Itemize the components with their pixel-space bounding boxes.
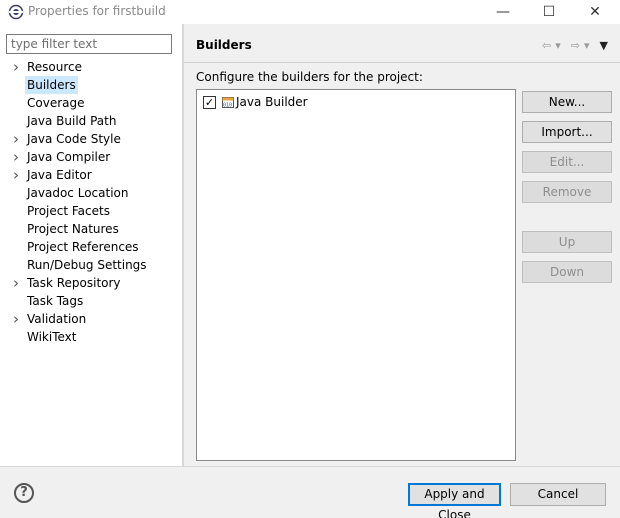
- sidebar-item-label: Java Compiler: [27, 150, 111, 164]
- sidebar-item-java-build-path[interactable]: Java Build Path: [0, 112, 182, 130]
- sidebar-item-label: Java Build Path: [27, 114, 117, 128]
- sidebar-item-label: Task Tags: [27, 294, 84, 308]
- chevron-right-icon[interactable]: ›: [11, 130, 21, 148]
- sidebar-item-task-repository[interactable]: › Task Repository: [0, 274, 182, 292]
- sidebar-item-wikitext[interactable]: WikiText: [0, 328, 182, 346]
- list-item[interactable]: ✓ 010 Java Builder: [203, 94, 308, 110]
- sidebar-item-label: Run/Debug Settings: [27, 258, 147, 272]
- sidebar-item-javadoc-location[interactable]: Javadoc Location: [0, 184, 182, 202]
- cancel-button[interactable]: Cancel: [510, 483, 606, 506]
- remove-button[interactable]: Remove: [522, 181, 612, 203]
- back-dropdown-icon[interactable]: ▾: [555, 39, 561, 52]
- sidebar-item-run-debug-settings[interactable]: Run/Debug Settings: [0, 256, 182, 274]
- eclipse-app-icon: [8, 4, 24, 20]
- up-button[interactable]: Up: [522, 231, 612, 253]
- chevron-right-icon[interactable]: ›: [11, 310, 21, 328]
- sidebar-item-label: Builders: [25, 76, 78, 94]
- builders-list[interactable]: ✓ 010 Java Builder: [196, 89, 516, 461]
- sidebar-item-builders[interactable]: Builders: [0, 76, 182, 94]
- window-title: Properties for firstbuild: [28, 4, 166, 18]
- sidebar-item-label: Resource: [27, 60, 83, 74]
- down-button[interactable]: Down: [522, 261, 612, 283]
- new-button[interactable]: New...: [522, 91, 612, 113]
- sidebar-item-coverage[interactable]: Coverage: [0, 94, 182, 112]
- page-title: Builders: [196, 38, 252, 52]
- import-button[interactable]: Import...: [522, 121, 612, 143]
- java-builder-icon: 010: [222, 97, 234, 109]
- view-menu-icon[interactable]: ▼: [600, 39, 608, 52]
- sidebar-item-project-facets[interactable]: Project Facets: [0, 202, 182, 220]
- header-separator: [184, 62, 620, 63]
- back-arrow-icon[interactable]: ⇦: [542, 39, 551, 52]
- main-panel: Builders ⇦ ▾ ⇨ ▾ ▼ Configure the builder…: [184, 24, 620, 466]
- nav-buttons: ⇦ ▾ ⇨ ▾ ▼: [538, 37, 608, 53]
- sidebar-item-project-natures[interactable]: Project Natures: [0, 220, 182, 238]
- button-bar: ? Apply and Close Cancel: [0, 466, 620, 518]
- sidebar-item-label: Java Editor: [27, 168, 92, 182]
- sidebar-item-java-compiler[interactable]: › Java Compiler: [0, 148, 182, 166]
- sidebar-item-label: Project References: [27, 240, 139, 254]
- sidebar-item-java-code-style[interactable]: › Java Code Style: [0, 130, 182, 148]
- chevron-right-icon[interactable]: ›: [11, 148, 21, 166]
- apply-and-close-button[interactable]: Apply and Close: [408, 483, 501, 518]
- property-tree: › Resource Builders Coverage Java Build Path…: [0, 58, 182, 346]
- close-button[interactable]: ✕: [572, 0, 618, 24]
- sidebar-item-task-tags[interactable]: Task Tags: [0, 292, 182, 310]
- sidebar-item-label: Task Repository: [27, 276, 121, 290]
- sidebar-item-label: Validation: [27, 312, 87, 326]
- help-icon[interactable]: ?: [14, 483, 34, 503]
- sidebar-item-label: Project Natures: [27, 222, 119, 236]
- builder-checkbox[interactable]: ✓: [203, 95, 216, 109]
- sidebar: › Resource Builders Coverage Java Build Path…: [0, 24, 182, 466]
- builders-description: Configure the builders for the project:: [196, 70, 423, 84]
- chevron-right-icon[interactable]: ›: [11, 166, 21, 184]
- sidebar-item-label: Project Facets: [27, 204, 110, 218]
- forward-dropdown-icon[interactable]: ▾: [584, 39, 590, 52]
- filter-input[interactable]: [6, 34, 172, 54]
- builder-name: Java Builder: [236, 95, 308, 109]
- maximize-button[interactable]: ☐: [526, 0, 572, 24]
- sidebar-item-label: WikiText: [27, 330, 77, 344]
- edit-button[interactable]: Edit...: [522, 151, 612, 173]
- sidebar-item-label: Javadoc Location: [27, 186, 129, 200]
- sidebar-item-project-references[interactable]: Project References: [0, 238, 182, 256]
- sidebar-item-label: Java Code Style: [27, 132, 121, 146]
- chevron-right-icon[interactable]: ›: [11, 274, 21, 292]
- forward-arrow-icon[interactable]: ⇨: [571, 39, 580, 52]
- sidebar-item-label: Coverage: [27, 96, 85, 110]
- minimize-button[interactable]: —: [480, 0, 526, 24]
- sidebar-item-resource[interactable]: › Resource: [0, 58, 182, 76]
- chevron-right-icon[interactable]: ›: [11, 58, 21, 76]
- title-bar: Properties for firstbuild — ☐ ✕: [0, 0, 620, 24]
- svg-text:010: 010: [223, 103, 232, 109]
- sidebar-item-java-editor[interactable]: › Java Editor: [0, 166, 182, 184]
- sidebar-item-validation[interactable]: › Validation: [0, 310, 182, 328]
